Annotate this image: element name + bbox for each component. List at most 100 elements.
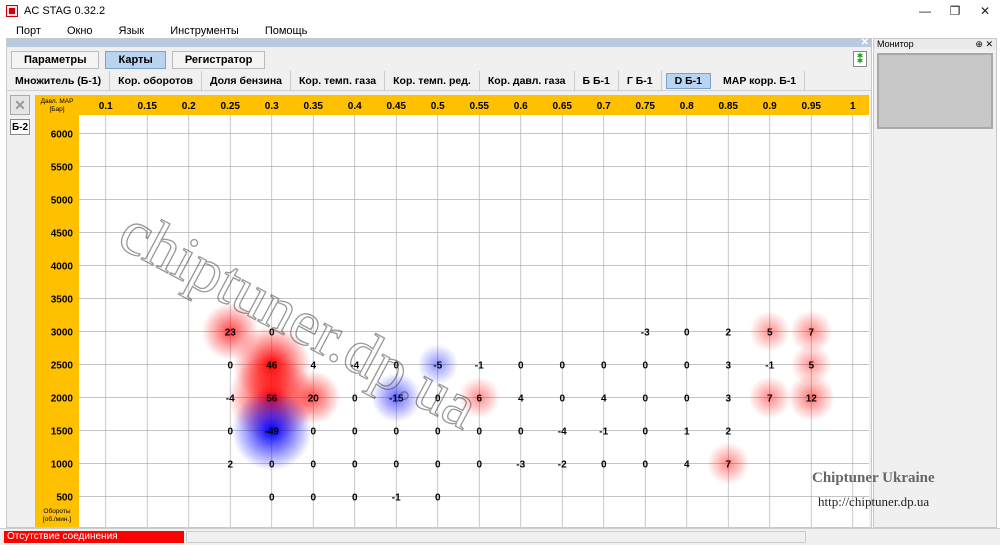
map-cell-value: 0 [352, 460, 358, 471]
map-cell-value: 0 [476, 427, 482, 438]
map-grid-area[interactable]: 0.1 0.15 0.2 0.25 0.3 0.35 0.4 0.45 0.5 0.55 0.6 0.… [35, 95, 869, 527]
map-cell-value: 0 [393, 427, 399, 438]
map-cell-value: -1 [475, 361, 484, 372]
subtab-gas-pressure-correction[interactable]: Кор. давл. газа [480, 70, 575, 91]
menu-language[interactable]: Язык [109, 25, 155, 37]
app-icon [6, 5, 18, 17]
pin-icon[interactable]: ⊕ [975, 39, 983, 49]
x-tick-label: 0.95 [802, 101, 822, 112]
map-cell-value: 0 [310, 427, 316, 438]
map-cell-value: 4 [601, 394, 607, 405]
map-cell-value: 2 [725, 427, 731, 438]
axis-corner-label: Давл. MAP [41, 98, 74, 105]
subtab-map-correction[interactable]: MAP корр. Б-1 [715, 70, 806, 91]
x-tick-label: 0.85 [719, 101, 739, 112]
y-tick-label: 6000 [51, 130, 74, 141]
axis-corner-unit: [Бар] [49, 106, 64, 113]
map-cell-value: 0 [435, 493, 441, 504]
map-cell-value: 0 [435, 460, 441, 471]
subtab-gas-temp-correction[interactable]: Кор. темп. газа [291, 70, 386, 91]
tab-recorder[interactable]: Регистратор [171, 51, 266, 69]
map-cell-value: 0 [642, 394, 648, 405]
main-tabs: Параметры Карты Регистратор [11, 51, 271, 69]
map-cell-value: -2 [558, 460, 567, 471]
x-tick-label: 0.3 [265, 101, 279, 112]
tab-parameters[interactable]: Параметры [11, 51, 100, 69]
map-cell-value: -3 [641, 328, 650, 339]
map-cell-value: -1 [599, 427, 608, 438]
map-cell-value: 0 [227, 361, 233, 372]
map-cell-value: 0 [684, 328, 690, 339]
y-tick-label: 3000 [51, 328, 74, 339]
window-controls: — ❐ ✕ [910, 0, 1000, 22]
subtab-d-b1[interactable]: D Б-1 [665, 72, 712, 89]
clear-icon[interactable]: ✕ [10, 95, 30, 115]
map-cell-value: 0 [642, 427, 648, 438]
tab-maps[interactable]: Карты [105, 51, 166, 69]
map-cell-value: -4 [226, 394, 235, 405]
y-tick-label: 4500 [51, 229, 74, 240]
map-cell-value: 0 [269, 493, 275, 504]
menu-help[interactable]: Помощь [255, 25, 318, 37]
connection-status: Отсутствие соединения [4, 531, 184, 543]
subtab-rpm-correction[interactable]: Кор. оборотов [110, 70, 202, 91]
map-cell-value: -4 [558, 427, 567, 438]
subtab-multiplier[interactable]: Множитель (Б-1) [7, 70, 111, 91]
map-cell-value: 0 [352, 427, 358, 438]
minimize-button[interactable]: — [910, 0, 940, 22]
x-tick-label: 0.2 [182, 101, 196, 112]
x-tick-label: 0.25 [221, 101, 241, 112]
x-tick-label: 0.75 [636, 101, 656, 112]
x-tick-label: 0.4 [348, 101, 362, 112]
map-cell-value: 0 [642, 460, 648, 471]
y-tick-label: 4000 [51, 262, 74, 273]
y-tick-label: 1000 [51, 460, 74, 471]
monitor-close-icon[interactable]: ✕ [985, 39, 993, 49]
map-cell-value: 4 [518, 394, 524, 405]
map-cell-value: 0 [310, 460, 316, 471]
x-tick-label: 0.8 [680, 101, 694, 112]
map-cell-value: 0 [518, 427, 524, 438]
map-cell-value: 0 [601, 460, 607, 471]
bank-2-button[interactable]: Б-2 [10, 119, 30, 135]
map-cell-value: 20 [308, 394, 320, 405]
map-cell-value: 0 [310, 493, 316, 504]
x-tick-label: 0.7 [597, 101, 611, 112]
subtab-petrol-share[interactable]: Доля бензина [202, 70, 291, 91]
map-cell-value: 3 [725, 361, 731, 372]
subtab-reducer-temp-correction[interactable]: Кор. темп. ред. [385, 70, 480, 91]
status-bar: Отсутствие соединения [0, 528, 1000, 545]
panel-close-icon[interactable]: ✕ [861, 37, 869, 48]
correction-map[interactable]: 0.1 0.15 0.2 0.25 0.3 0.35 0.4 0.45 0.5 0.55 0.6 0.… [35, 95, 869, 527]
menu-port[interactable]: Порт [6, 25, 51, 37]
map-cell-value: 4 [684, 460, 690, 471]
monitor-panel: Монитор ⊕ ✕ [873, 38, 997, 528]
y-tick-label: 3500 [51, 295, 74, 306]
subtab-b-b1[interactable]: Б Б-1 [575, 70, 619, 91]
map-cell-value: 0 [393, 460, 399, 471]
map-cell-value: 1 [684, 427, 690, 438]
map-cell-value: 7 [767, 394, 773, 405]
map-cell-value: 46 [266, 361, 278, 372]
x-tick-label: 1 [850, 101, 856, 112]
status-segment [186, 531, 806, 543]
x-tick-label: 0.45 [387, 101, 407, 112]
monitor-header: Монитор ⊕ ✕ [874, 39, 996, 49]
map-cell-value: 0 [684, 394, 690, 405]
subtab-g-b1[interactable]: Г Б-1 [619, 70, 662, 91]
menu-tools[interactable]: Инструменты [160, 25, 249, 37]
map-cell-value: -1 [765, 361, 774, 372]
close-button[interactable]: ✕ [970, 0, 1000, 22]
help-icon[interactable]: ⁑ [853, 51, 867, 67]
y-tick-label: 5500 [51, 163, 74, 174]
map-cell-value: -1 [392, 493, 401, 504]
x-tick-label: 0.1 [99, 101, 113, 112]
restore-button[interactable]: ❐ [940, 0, 970, 22]
y-tick-label: 2500 [51, 361, 74, 372]
x-tick-label: 0.5 [431, 101, 445, 112]
y-axis-title: Обороты [43, 507, 70, 515]
x-tick-label: 0.35 [304, 101, 324, 112]
x-tick-label: 0.55 [470, 101, 490, 112]
monitor-display [877, 53, 993, 129]
menu-window[interactable]: Окно [57, 25, 103, 37]
